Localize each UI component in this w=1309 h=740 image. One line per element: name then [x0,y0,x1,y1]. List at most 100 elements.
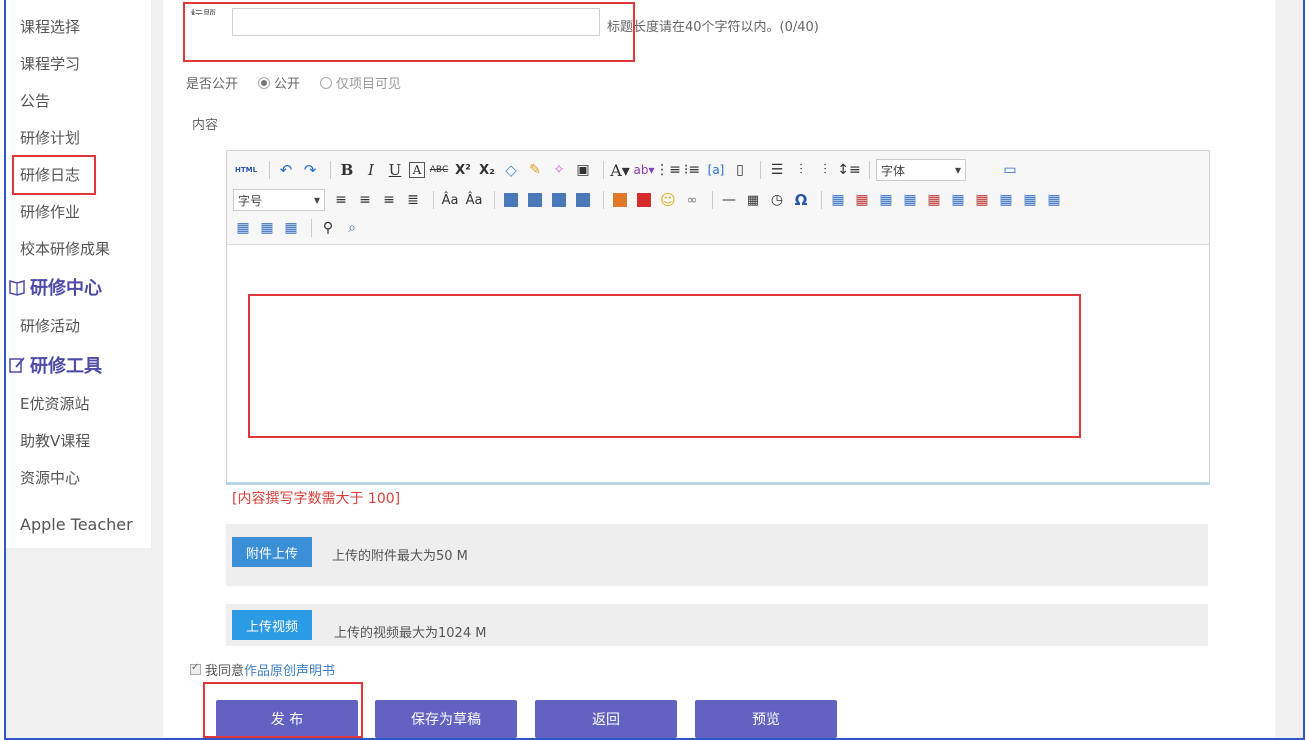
sidebar-item-v-course[interactable]: 助教V课程 [20,430,90,451]
superscript-icon[interactable]: X² [453,160,473,180]
magic-format-icon[interactable]: ✧ [549,160,569,180]
toolbar-row-2: 字号 ▾ ≡ ≡ ≡ ≣ Âa Âa ☺ ∞ — ▦ ◷ Ω ▦ ▦ ▦ ▦ ▦… [233,187,1068,213]
annotation-box-study-log [12,155,96,195]
horizontal-rule-icon[interactable]: — [719,190,739,210]
ltr-direction-icon[interactable]: Âa [440,190,460,210]
sidebar-item-resource-center[interactable]: 资源中心 [20,467,80,488]
attach-upload-button[interactable]: 附件上传 [232,537,313,567]
edit-icon [8,356,26,374]
sidebar-item-homework[interactable]: 研修作业 [20,201,80,222]
delete-col-icon[interactable]: ▦ [972,190,992,210]
date-icon[interactable]: ▦ [743,190,763,210]
merge-down-icon[interactable]: ▦ [1044,190,1064,210]
radio-project-label: 仅项目可见 [336,77,402,92]
subscript-icon[interactable]: X₂ [477,160,497,180]
image-none-icon[interactable] [525,190,545,210]
sidebar-item-study-plan[interactable]: 研修计划 [20,127,80,148]
split-cols-icon[interactable]: ▦ [281,218,301,238]
redo-icon[interactable]: ↷ [300,160,320,180]
special-char-icon[interactable]: Ω [791,190,811,210]
radio-public[interactable]: 公开 [258,73,300,92]
video-upload-button[interactable]: 上传视频 [232,610,313,640]
insert-table-icon[interactable]: ▦ [828,190,848,210]
agree-text: 我同意 [205,664,245,679]
sidebar-item-course-select[interactable]: 课程选择 [20,16,80,37]
preview-button[interactable]: 预览 [695,700,837,738]
content-label: 内容 [192,118,219,133]
font-size-select-label: 字号 [238,193,263,208]
toolbar-row-3: ▦ ▦ ▦ ⚲ ⌕ [233,215,366,241]
link-icon[interactable]: ∞ [682,190,702,210]
align-left-icon[interactable]: ≡ [331,190,351,210]
save-draft-button[interactable]: 保存为草稿 [375,700,517,738]
sidebar-item-eyou[interactable]: E优资源站 [20,393,89,414]
delete-row-icon[interactable]: ▦ [924,190,944,210]
insert-col-icon[interactable]: ▦ [948,190,968,210]
align-justify-icon[interactable]: ≣ [403,190,423,210]
strikethrough-icon[interactable]: ABC [429,160,449,180]
sidebar-item-announcement[interactable]: 公告 [20,90,50,111]
image-left-icon[interactable] [501,190,521,210]
indent-icon[interactable]: ☰ [767,160,787,180]
toolbar-separator [821,191,822,209]
sidebar-item-course-study[interactable]: 课程学习 [20,53,80,74]
toolbar-separator [869,161,870,179]
split-rows-icon[interactable]: ▦ [257,218,277,238]
insert-image-icon[interactable] [610,190,630,210]
sidebar-item-apple-teacher[interactable]: Apple Teacher [20,515,133,534]
toolbar-separator [330,161,331,179]
italic-icon[interactable]: I [361,160,381,180]
image-center-icon[interactable] [573,190,593,210]
video-size-note: 上传的视频最大为1024 M [334,626,487,641]
font-border-icon[interactable]: A [409,162,425,178]
sidebar-item-school-results[interactable]: 校本研修成果 [20,238,110,259]
agree-checkbox[interactable] [190,662,201,675]
font-color-icon[interactable]: A▾ [610,160,630,180]
radio-public-dot[interactable] [258,77,270,89]
merge-cells-icon[interactable]: ▦ [996,190,1016,210]
rtl-direction-icon[interactable]: Âa [464,190,484,210]
spacing-top-icon[interactable]: ⫶ [791,160,811,180]
format-brush-icon[interactable]: ✎ [525,160,545,180]
agreement-link[interactable]: 作品原创声明书 [244,660,335,679]
toolbar-separator [311,219,312,237]
underline-icon[interactable]: U [385,160,405,180]
page-icon[interactable]: ▯ [730,160,750,180]
image-right-icon[interactable] [549,190,569,210]
radio-project-only[interactable]: 仅项目可见 [320,73,401,92]
text-box-icon[interactable]: [a] [706,160,726,180]
ordered-list-icon[interactable]: ⋮≡ [655,160,681,180]
radio-project-dot[interactable] [320,77,332,89]
sidebar-item-activity[interactable]: 研修活动 [20,315,80,336]
insert-row-icon[interactable]: ▦ [900,190,920,210]
paste-icon[interactable]: ▣ [573,160,593,180]
delete-table-icon[interactable]: ▦ [852,190,872,210]
font-size-select[interactable]: 字号 ▾ [233,189,325,211]
split-cells-icon[interactable]: ▦ [233,218,253,238]
fullscreen-icon[interactable]: ▭ [1000,160,1020,180]
highlight-color-icon[interactable]: ab▾ [634,160,655,180]
align-right-icon[interactable]: ≡ [379,190,399,210]
preview-zoom-icon[interactable]: ⌕ [342,218,362,238]
font-family-select[interactable]: 字体 ▾ [876,159,966,181]
time-icon[interactable]: ◷ [767,190,787,210]
toolbar-separator [603,191,604,209]
merge-right-icon[interactable]: ▦ [1020,190,1040,210]
back-button[interactable]: 返回 [535,700,677,738]
unordered-list-icon[interactable]: ⁝≡ [682,160,702,180]
spacing-bottom-icon[interactable]: ⫶ [815,160,835,180]
line-height-icon[interactable]: ↕≡ [837,160,860,180]
bold-icon[interactable]: B [337,160,357,180]
insert-flash-icon[interactable] [634,190,654,210]
chevron-down-icon: ▾ [954,163,961,177]
content-length-hint: [内容撰写字数需大于 100] [232,491,401,507]
search-replace-icon[interactable]: ⚲ [318,218,338,238]
undo-icon[interactable]: ↶ [276,160,296,180]
eraser-icon[interactable]: ◇ [501,160,521,180]
table-before-icon[interactable]: ▦ [876,190,896,210]
title-hint: 标题长度请在40个字符以内。(0/40) [607,20,819,35]
html-source-button[interactable]: HTML [233,160,259,180]
emoticon-icon[interactable]: ☺ [658,190,678,210]
editor-toolbar: HTML ↶ ↷ B I U A ABC X² X₂ ◇ ✎ ✧ ▣ A▾ ab… [227,151,1209,245]
align-center-icon[interactable]: ≡ [355,190,375,210]
